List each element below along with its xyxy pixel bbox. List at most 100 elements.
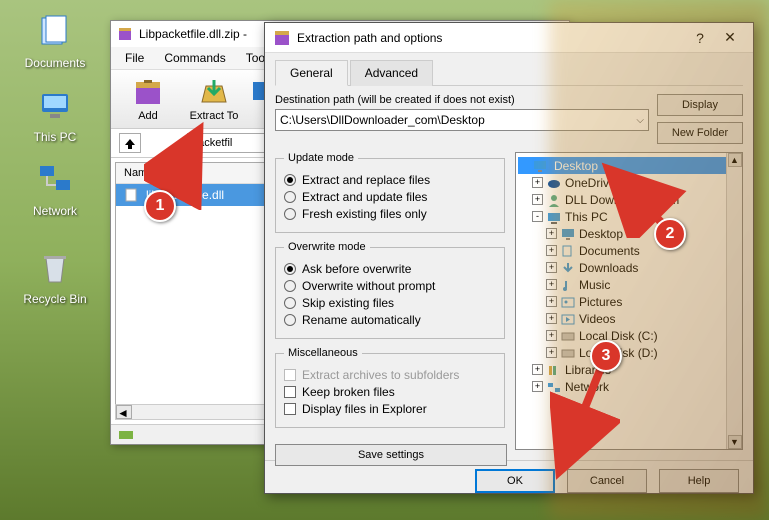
radio-icon xyxy=(284,191,296,203)
check-display-explorer[interactable]: Display files in Explorer xyxy=(284,402,496,416)
status-icon xyxy=(117,428,137,442)
up-arrow-icon xyxy=(123,137,137,149)
tree-node-label: Network xyxy=(565,380,609,394)
desktop-icon-this-pc[interactable]: This PC xyxy=(20,88,90,144)
tree-node[interactable]: + Libraries xyxy=(518,361,740,378)
tree-node[interactable]: -This PC xyxy=(518,208,740,225)
save-settings-button[interactable]: Save settings xyxy=(275,444,507,466)
network-icon xyxy=(36,162,74,200)
tab-general[interactable]: General xyxy=(275,60,348,86)
radio-extract-update[interactable]: Extract and update files xyxy=(284,190,496,204)
new-folder-button[interactable]: New Folder xyxy=(657,122,743,144)
check-keep-broken[interactable]: Keep broken files xyxy=(284,385,496,399)
tree-expander[interactable]: + xyxy=(546,279,557,290)
update-mode-group: Update mode Extract and replace files Ex… xyxy=(275,152,505,233)
file-name: libpacketfile.dll xyxy=(146,188,224,202)
radio-extract-replace[interactable]: Extract and replace files xyxy=(284,173,496,187)
tree-expander[interactable]: - xyxy=(532,211,543,222)
tree-node[interactable]: +Pictures xyxy=(518,293,740,310)
tree-expander[interactable]: + xyxy=(532,194,543,205)
tree-node-label: Libraries xyxy=(565,363,611,377)
help-button-footer[interactable]: Help xyxy=(659,469,739,493)
tree-node[interactable]: +Local Disk (C:) xyxy=(518,327,740,344)
folder-tree[interactable]: -Desktop+OneDrive+DLL Downloader.com-Thi… xyxy=(515,152,743,450)
add-button[interactable]: Add xyxy=(119,76,177,122)
tree-expander[interactable]: + xyxy=(532,381,543,392)
tree-node[interactable]: + Network xyxy=(518,378,740,395)
menu-file[interactable]: File xyxy=(117,49,152,67)
disk-icon xyxy=(560,346,576,360)
tree-expander[interactable]: + xyxy=(546,245,557,256)
tree-node[interactable]: +DLL Downloader.com xyxy=(518,191,740,208)
radio-rename-auto[interactable]: Rename automatically xyxy=(284,313,496,327)
tree-expander[interactable]: + xyxy=(546,262,557,273)
vertical-scrollbar[interactable]: ▲ ▼ xyxy=(726,153,742,449)
file-icon xyxy=(124,187,140,203)
tree-expander[interactable]: + xyxy=(546,313,557,324)
radio-skip-existing[interactable]: Skip existing files xyxy=(284,296,496,310)
desktop-icon-documents[interactable]: Documents xyxy=(20,14,90,70)
tree-node-label: Music xyxy=(579,278,610,292)
cloud-icon xyxy=(546,176,562,190)
up-folder-button[interactable] xyxy=(119,133,141,153)
tree-node-label: Local Disk (D:) xyxy=(579,346,658,360)
tree-node[interactable]: +Desktop xyxy=(518,225,740,242)
radio-ask-overwrite[interactable]: Ask before overwrite xyxy=(284,262,496,276)
lib-icon xyxy=(546,363,562,377)
scroll-down-button[interactable]: ▼ xyxy=(728,435,742,449)
miscellaneous-legend: Miscellaneous xyxy=(284,347,362,359)
down-icon xyxy=(560,261,576,275)
desktop-icon xyxy=(560,227,576,241)
tree-node[interactable]: + OneDrive xyxy=(518,174,740,191)
user-icon xyxy=(546,193,562,207)
tree-expander[interactable]: + xyxy=(532,177,543,188)
desktop-background: Documents This PC Network Recycle Bin Li… xyxy=(0,0,769,520)
destination-combobox[interactable]: C:\Users\DllDownloader_com\Desktop ⌵ xyxy=(275,109,649,131)
winrar-app-icon xyxy=(117,26,133,42)
cancel-button[interactable]: Cancel xyxy=(567,469,647,493)
tree-expander[interactable]: + xyxy=(546,228,557,239)
display-button[interactable]: Display xyxy=(657,94,743,116)
icon-label: Documents xyxy=(20,56,90,70)
docs-icon xyxy=(560,244,576,258)
update-mode-legend: Update mode xyxy=(284,152,358,164)
close-button[interactable]: ✕ xyxy=(715,26,745,50)
winrar-app-icon xyxy=(273,29,291,47)
tree-node-label: Downloads xyxy=(579,261,638,275)
chevron-down-icon: ⌵ xyxy=(636,115,644,126)
menu-commands[interactable]: Commands xyxy=(156,49,233,67)
add-archive-icon xyxy=(132,76,164,108)
tree-node[interactable]: + Local Disk (D:) xyxy=(518,344,740,361)
radio-icon xyxy=(284,208,296,220)
tree-node[interactable]: + Videos xyxy=(518,310,740,327)
tree-node-label: Videos xyxy=(579,312,615,326)
miscellaneous-group: Miscellaneous Extract archives to subfol… xyxy=(275,347,505,428)
tree-expander[interactable]: + xyxy=(546,330,557,341)
video-icon xyxy=(560,312,576,326)
tree-expander[interactable]: + xyxy=(546,296,557,307)
dialog-titlebar[interactable]: Extraction path and options ? ✕ xyxy=(265,23,753,53)
icon-label: Recycle Bin xyxy=(20,292,90,306)
tree-node[interactable]: + Documents xyxy=(518,242,740,259)
tree-node[interactable]: -Desktop xyxy=(518,157,740,174)
music-icon xyxy=(560,278,576,292)
tree-node-label: OneDrive xyxy=(565,176,616,190)
tree-expander[interactable]: + xyxy=(532,364,543,375)
tree-node[interactable]: + Music xyxy=(518,276,740,293)
scroll-up-button[interactable]: ▲ xyxy=(728,153,742,167)
ok-button[interactable]: OK xyxy=(475,469,555,493)
tree-node-label: Desktop xyxy=(551,159,601,173)
pic-icon xyxy=(560,295,576,309)
radio-fresh-only[interactable]: Fresh existing files only xyxy=(284,207,496,221)
help-button[interactable]: ? xyxy=(685,26,715,50)
tree-node-label: Documents xyxy=(579,244,640,258)
radio-overwrite-noprompt[interactable]: Overwrite without prompt xyxy=(284,279,496,293)
tab-advanced[interactable]: Advanced xyxy=(350,60,433,86)
tree-expander[interactable]: + xyxy=(546,347,557,358)
scroll-left-button[interactable]: ◄ xyxy=(116,405,132,419)
tree-node[interactable]: + Downloads xyxy=(518,259,740,276)
extract-to-button[interactable]: Extract To xyxy=(185,76,243,122)
desktop-icon-recycle-bin[interactable]: Recycle Bin xyxy=(20,250,90,306)
radio-icon xyxy=(284,174,296,186)
desktop-icon-network[interactable]: Network xyxy=(20,162,90,218)
